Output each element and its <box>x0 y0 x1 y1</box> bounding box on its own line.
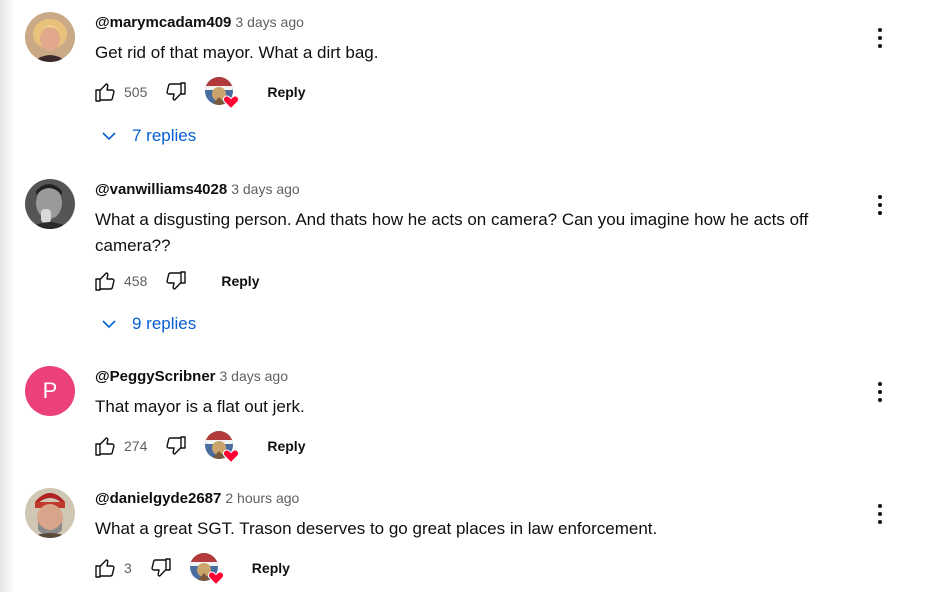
comment-toolbar: 3 Reply <box>92 553 290 585</box>
creator-heart <box>205 431 240 463</box>
comment-author[interactable]: @vanwilliams4028 <box>95 181 227 198</box>
heart-icon <box>223 95 240 109</box>
comment-time[interactable]: 3 days ago <box>231 181 300 197</box>
thumb-down-icon[interactable] <box>163 433 189 459</box>
thumb-up-icon[interactable] <box>92 79 118 105</box>
left-edge-shadow <box>0 0 14 592</box>
comment-author[interactable]: @danielgyde2687 <box>95 490 221 507</box>
avatar-photo-icon <box>25 488 75 538</box>
comment-toolbar: 274 Reply <box>92 431 305 463</box>
thumb-down-icon[interactable] <box>148 555 174 581</box>
comment-text: Get rid of that mayor. What a dirt bag. <box>95 43 379 62</box>
creator-heart <box>189 553 224 585</box>
comment-toolbar: 458 Reply <box>92 267 259 295</box>
comment-time[interactable]: 3 days ago <box>220 368 289 384</box>
reply-button[interactable]: Reply <box>252 560 290 576</box>
comment-text: That mayor is a flat out jerk. <box>95 397 305 416</box>
thumb-up-icon[interactable] <box>92 433 118 459</box>
comment-time[interactable]: 2 hours ago <box>225 490 299 506</box>
comment-time[interactable]: 3 days ago <box>235 14 304 30</box>
chevron-down-icon <box>100 126 120 146</box>
comment-menu-icon[interactable] <box>870 502 890 526</box>
view-replies-button[interactable]: 9 replies <box>100 310 196 338</box>
avatar[interactable] <box>25 179 75 229</box>
comment-header: @PeggyScribner 3 days ago <box>95 366 288 386</box>
comment-toolbar: 505 Reply <box>92 77 305 109</box>
thumb-down-icon[interactable] <box>163 79 189 105</box>
avatar-photo-icon <box>25 12 75 62</box>
reply-button[interactable]: Reply <box>267 84 305 100</box>
comment-author[interactable]: @PeggyScribner <box>95 368 216 385</box>
comment-header: @marymcadam409 3 days ago <box>95 12 304 32</box>
comment-text: What a disgusting person. And thats how … <box>95 210 809 255</box>
reply-button[interactable]: Reply <box>221 273 259 289</box>
avatar[interactable] <box>25 488 75 538</box>
heart-icon <box>223 449 240 463</box>
like-count: 458 <box>124 273 148 289</box>
avatar[interactable]: P <box>25 366 75 416</box>
comment-menu-icon[interactable] <box>870 26 890 50</box>
chevron-down-icon <box>100 314 120 334</box>
replies-label: 7 replies <box>132 126 197 145</box>
comment-menu-icon[interactable] <box>870 380 890 404</box>
like-count: 3 <box>124 560 132 576</box>
heart-icon <box>207 571 224 585</box>
comment-author[interactable]: @marymcadam409 <box>95 14 231 31</box>
comment-header: @danielgyde2687 2 hours ago <box>95 488 299 508</box>
view-replies-button[interactable]: 7 replies <box>100 122 196 150</box>
comment-menu-icon[interactable] <box>870 193 890 217</box>
like-count: 274 <box>124 438 148 454</box>
like-count: 505 <box>124 84 148 100</box>
thumb-up-icon[interactable] <box>92 555 118 581</box>
creator-heart <box>205 77 240 109</box>
avatar[interactable] <box>25 12 75 62</box>
reply-button[interactable]: Reply <box>267 438 305 454</box>
avatar-photo-icon <box>25 179 75 229</box>
thumb-up-icon[interactable] <box>92 268 118 294</box>
comment-text: What a great SGT. Trason deserves to go … <box>95 519 658 538</box>
comment-header: @vanwilliams4028 3 days ago <box>95 179 300 199</box>
replies-label: 9 replies <box>132 314 197 333</box>
thumb-down-icon[interactable] <box>163 268 189 294</box>
